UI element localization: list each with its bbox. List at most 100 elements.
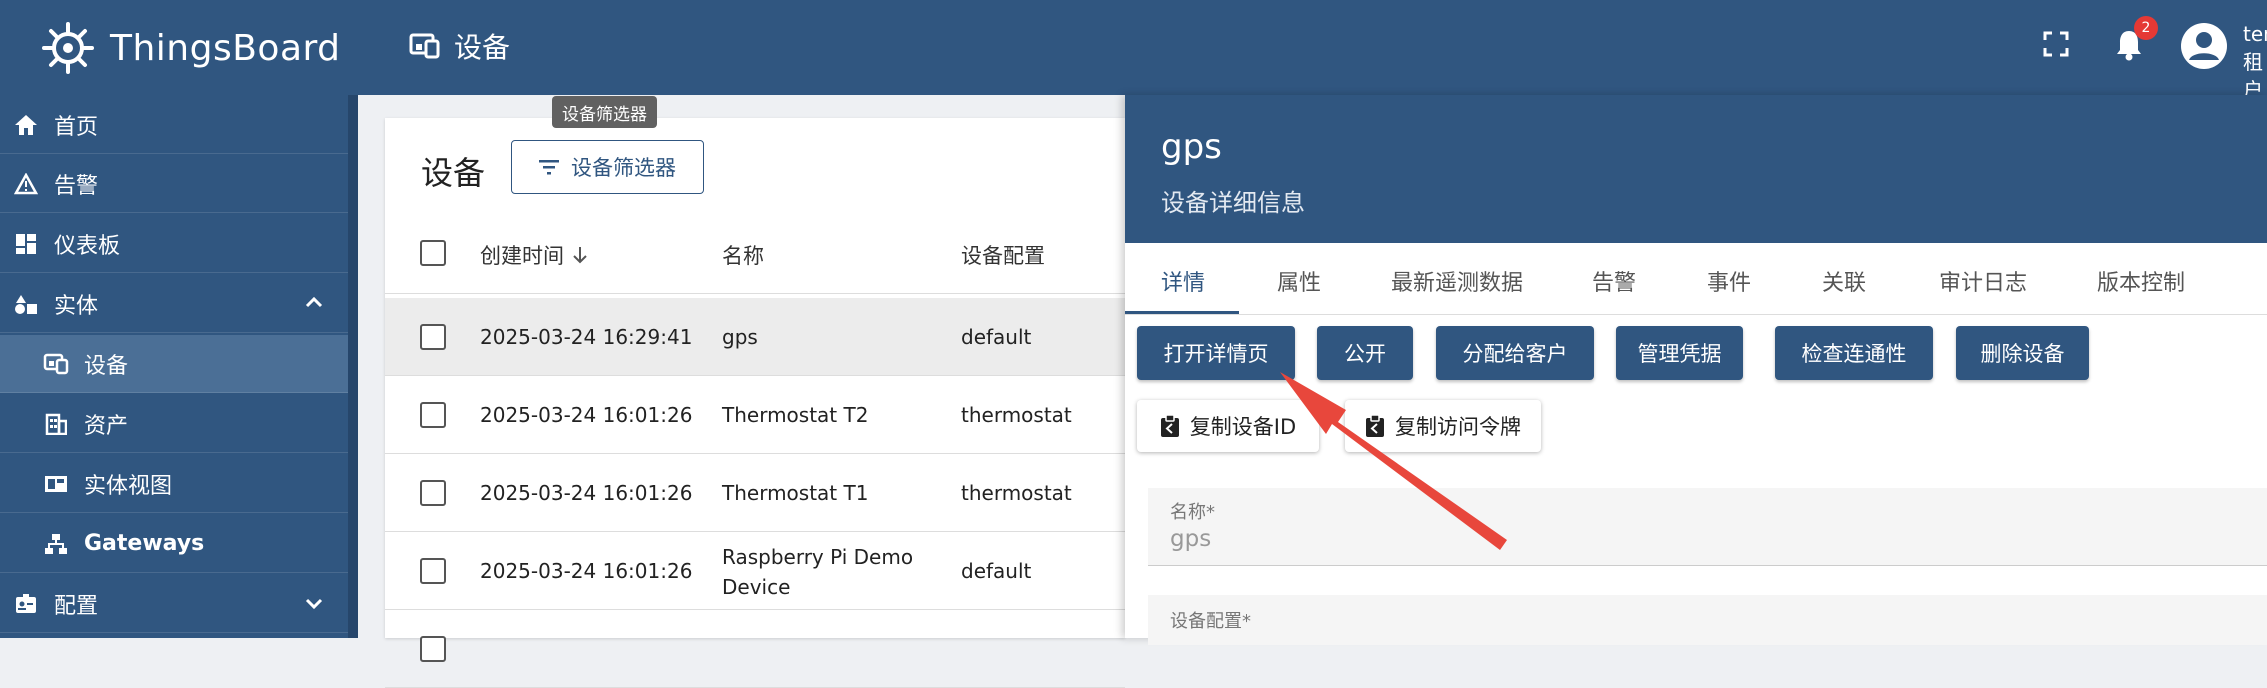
user-info[interactable]: ten 租户 — [2243, 20, 2267, 104]
tab-events[interactable]: 事件 — [1707, 265, 1751, 297]
profile-cell: default — [961, 559, 1032, 583]
profile-cell: thermostat — [961, 481, 1072, 505]
table-row[interactable]: 2025-03-24 16:29:41 gps default — [385, 298, 1125, 376]
select-all-checkbox[interactable] — [420, 240, 446, 266]
gateway-icon — [40, 528, 72, 560]
sidebar-item-label: 设备 — [84, 353, 129, 379]
delete-device-button[interactable]: 删除设备 — [1956, 326, 2089, 380]
active-tab-indicator — [1125, 311, 1239, 314]
name-cell: Thermostat T2 — [722, 403, 869, 427]
details-tabs: 详情 属性 最新遥测数据 告警 事件 关联 审计日志 版本控制 — [1125, 243, 2267, 315]
profile-cell: default — [961, 325, 1032, 349]
check-connectivity-button[interactable]: 检查连通性 — [1775, 326, 1933, 380]
name-cell: Raspberry Pi Demo Device — [722, 542, 913, 602]
copy-device-id-button[interactable]: 复制设备ID — [1137, 400, 1319, 452]
sidebar-item-label: 首页 — [54, 114, 99, 140]
name-cell: Thermostat T1 — [722, 481, 869, 505]
details-title: gps — [1161, 127, 1222, 167]
row-checkbox[interactable] — [420, 324, 446, 350]
column-device-profile[interactable]: 设备配置 — [961, 240, 1045, 270]
profiles-icon — [10, 588, 42, 620]
chevron-down-icon[interactable] — [302, 591, 326, 615]
sidebar-item-gateways[interactable]: Gateways — [0, 515, 348, 573]
table-row[interactable]: 2025-03-24 16:01:26 Thermostat T1 thermo… — [385, 454, 1125, 532]
home-icon — [10, 109, 42, 141]
tab-version-control[interactable]: 版本控制 — [2097, 265, 2185, 297]
asset-icon — [40, 408, 72, 440]
tab-relations[interactable]: 关联 — [1822, 265, 1866, 297]
assign-to-customer-button[interactable]: 分配给客户 — [1436, 326, 1594, 380]
page-title: 设备 — [454, 31, 511, 64]
sidebar-item-entity-views[interactable]: 实体视图 — [0, 455, 348, 513]
device-details-panel: gps 设备详细信息 详情 属性 最新遥测数据 告警 事件 关联 审计日志 版本… — [1125, 95, 2267, 645]
app-logo[interactable]: ThingsBoard — [38, 18, 341, 78]
details-subtitle: 设备详细信息 — [1161, 189, 1305, 217]
devices-table-card: 设备 设备筛选器 创建时间 名称 设备配置 2025-03-24 16:29:4… — [385, 118, 1125, 688]
entity-view-icon — [40, 468, 72, 500]
filter-button-label: 设备筛选器 — [571, 156, 676, 180]
notification-badge: 2 — [2134, 16, 2158, 40]
open-details-page-button[interactable]: 打开详情页 — [1137, 326, 1295, 380]
name-field[interactable]: 名称* gps — [1148, 488, 2267, 566]
page-heading: 设备 — [408, 26, 510, 66]
tab-latest-telemetry[interactable]: 最新遥测数据 — [1391, 265, 1523, 297]
thingsboard-logo-icon — [42, 22, 94, 74]
sidebar-item-label: 告警 — [54, 173, 99, 199]
table-row[interactable]: 2025-03-24 16:01:26 Raspberry Pi Demo De… — [385, 532, 1125, 610]
name-line: Raspberry Pi Demo — [722, 545, 914, 569]
copy-button-label: 复制设备ID — [1189, 415, 1297, 439]
row-checkbox[interactable] — [420, 480, 446, 506]
details-header: gps 设备详细信息 — [1125, 95, 2267, 243]
sort-down-icon[interactable] — [572, 246, 588, 264]
sidebar-item-home[interactable]: 首页 — [0, 96, 348, 154]
table-row[interactable]: 2025-03-24 16:01:26 Thermostat T2 thermo… — [385, 376, 1125, 454]
chevron-up-icon[interactable] — [302, 291, 326, 315]
sidebar-item-label: 资产 — [84, 413, 129, 439]
row-checkbox[interactable] — [420, 636, 446, 662]
sidebar-item-dashboards[interactable]: 仪表板 — [0, 215, 348, 273]
clipboard-icon — [1366, 414, 1384, 437]
devices-icon — [40, 348, 72, 380]
row-checkbox[interactable] — [420, 558, 446, 584]
sidebar-item-assets[interactable]: 资产 — [0, 395, 348, 453]
name-cell: gps — [722, 325, 758, 349]
created-time-cell: 2025-03-24 16:01:26 — [480, 403, 693, 427]
entities-icon — [10, 288, 42, 320]
table-row[interactable] — [385, 610, 1125, 688]
name-line: Device — [722, 575, 791, 599]
sidebar-item-label: 实体视图 — [84, 473, 173, 499]
warning-icon — [10, 168, 42, 200]
devices-icon — [409, 33, 440, 59]
created-time-cell: 2025-03-24 16:29:41 — [480, 325, 693, 349]
filter-tooltip: 设备筛选器 — [552, 96, 657, 128]
tab-attributes[interactable]: 属性 — [1277, 265, 1321, 297]
sidebar-item-profiles[interactable]: 配置 — [0, 575, 348, 633]
name-field-label: 名称* — [1170, 502, 1215, 523]
tab-details[interactable]: 详情 — [1161, 265, 1205, 297]
column-name[interactable]: 名称 — [722, 240, 764, 270]
device-profile-field-label: 设备配置* — [1170, 611, 1251, 632]
row-checkbox[interactable] — [420, 402, 446, 428]
sidebar-scrollbar[interactable] — [348, 95, 358, 638]
sidebar-item-entities[interactable]: 实体 — [0, 275, 348, 333]
sidebar-item-devices[interactable]: 设备 — [0, 335, 348, 393]
column-created-time[interactable]: 创建时间 — [480, 240, 588, 270]
device-filter-button[interactable]: 设备筛选器 — [511, 140, 704, 194]
fullscreen-icon[interactable] — [2042, 30, 2070, 58]
manage-credentials-button[interactable]: 管理凭据 — [1616, 326, 1743, 380]
clipboard-icon — [1160, 414, 1179, 437]
name-field-value: gps — [1170, 526, 1212, 552]
sidebar-item-label: 配置 — [54, 593, 99, 619]
tab-audit-logs[interactable]: 审计日志 — [1939, 265, 2027, 297]
table-title: 设备 — [421, 154, 486, 192]
user-avatar-icon[interactable] — [2180, 22, 2228, 70]
tab-alarms[interactable]: 告警 — [1592, 265, 1636, 297]
copy-access-token-button[interactable]: 复制访问令牌 — [1345, 400, 1541, 452]
sidebar-item-alarms[interactable]: 告警 — [0, 155, 348, 213]
sidebar: 首页 告警 仪表板 实体 设备 资产 实体视图 Gateways 配置 — [0, 95, 352, 638]
created-time-cell: 2025-03-24 16:01:26 — [480, 481, 693, 505]
brand-name: ThingsBoard — [110, 27, 341, 69]
sidebar-item-label: 实体 — [54, 293, 99, 319]
make-public-button[interactable]: 公开 — [1317, 326, 1413, 380]
created-time-cell: 2025-03-24 16:01:26 — [480, 559, 693, 583]
